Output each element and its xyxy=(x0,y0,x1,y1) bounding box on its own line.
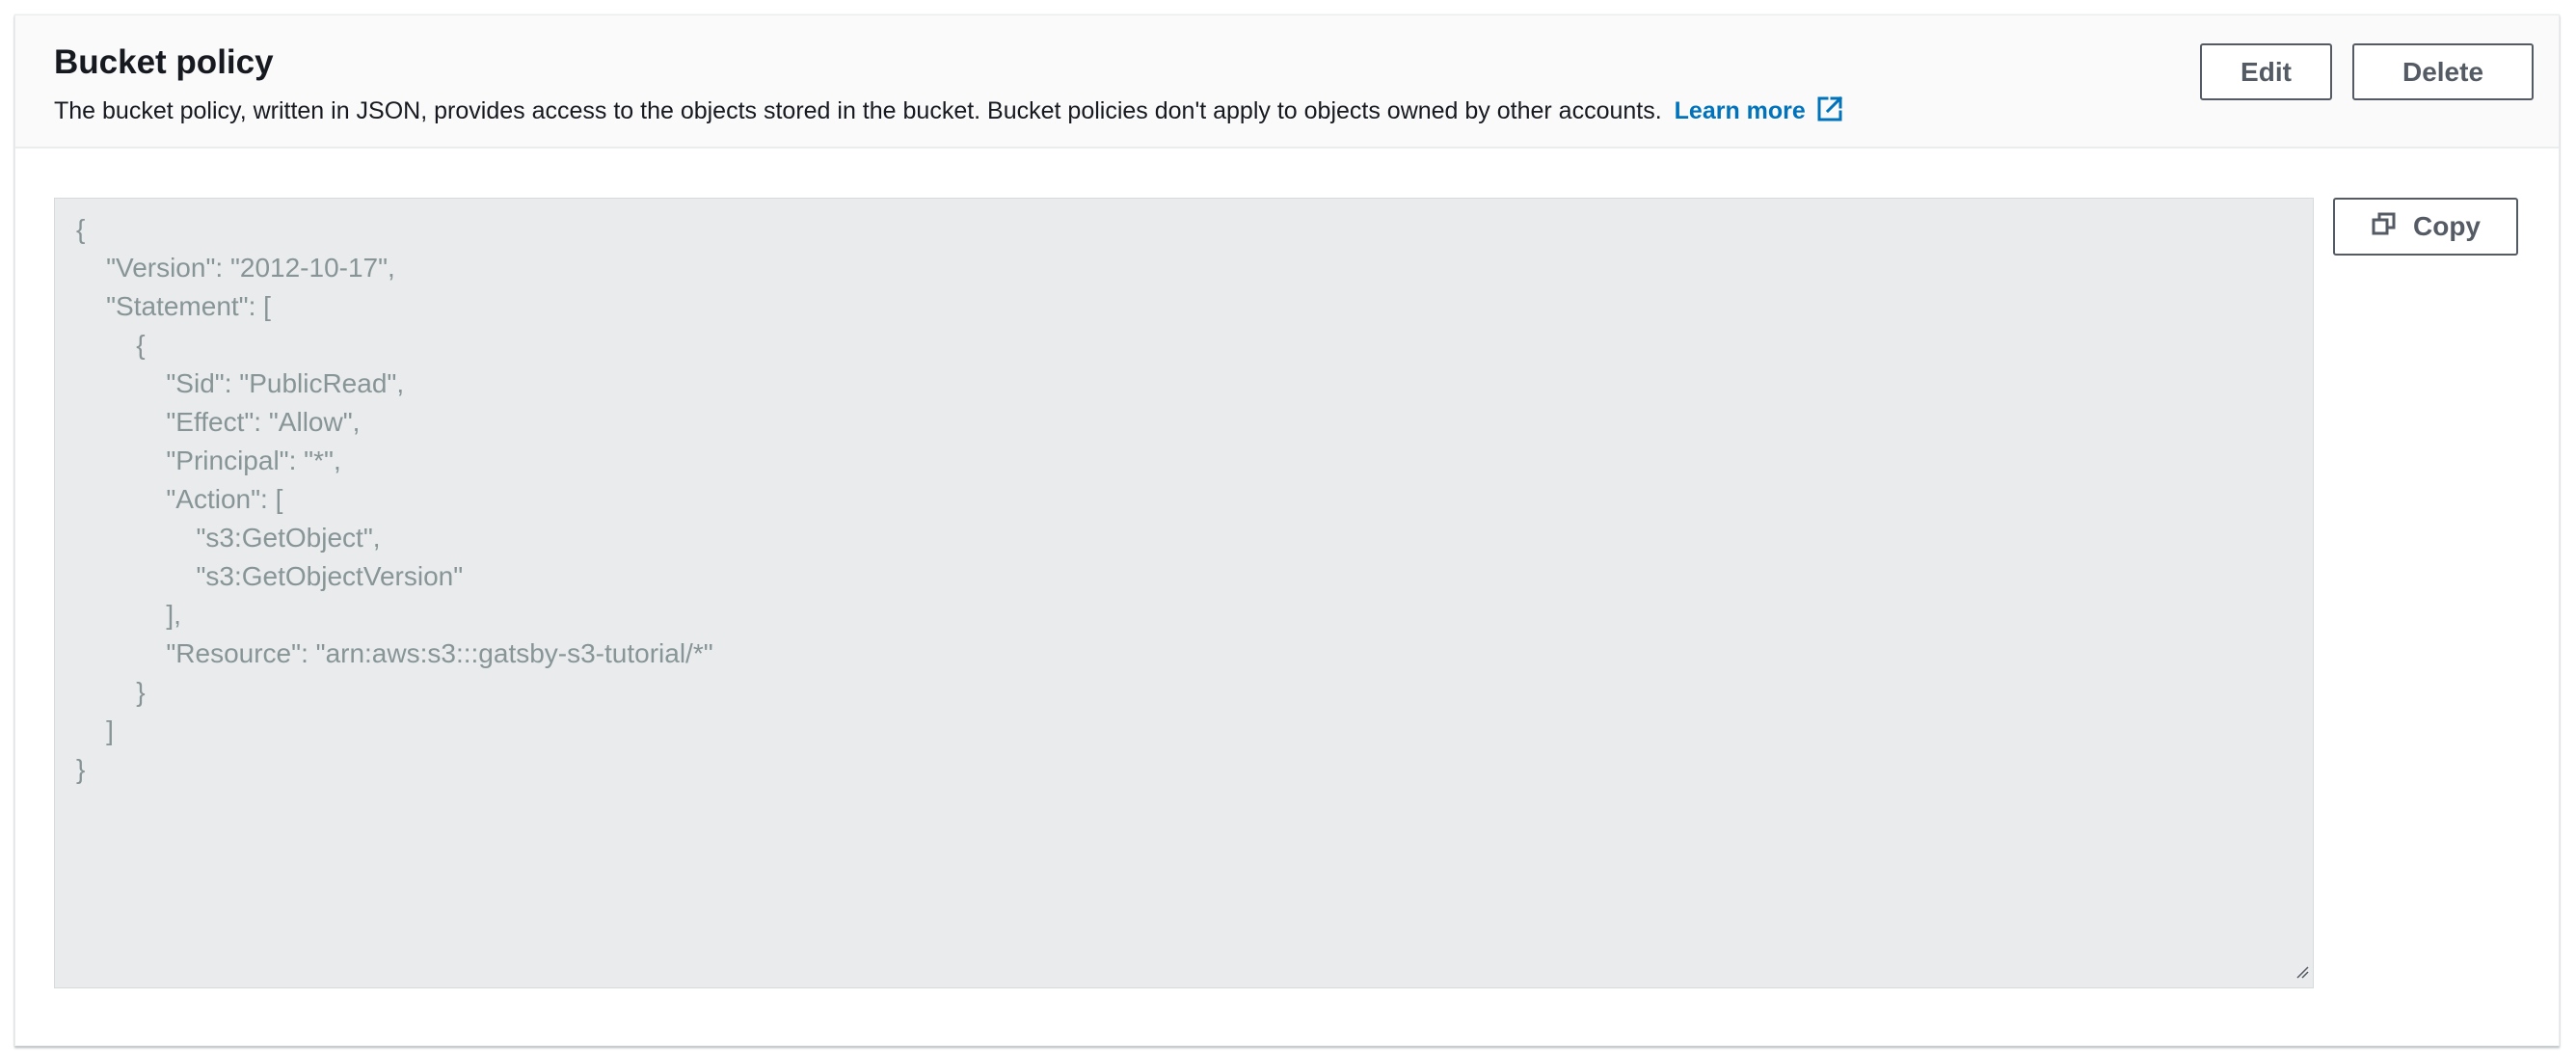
code-line: "Version": "2012-10-17", xyxy=(76,253,395,283)
learn-more-label: Learn more xyxy=(1674,97,1806,124)
code-line: "s3:GetObjectVersion" xyxy=(76,561,464,591)
delete-button[interactable]: Delete xyxy=(2352,43,2534,100)
code-line: } xyxy=(76,754,86,784)
page-title: Bucket policy xyxy=(54,43,274,81)
code-line: "Sid": "PublicRead", xyxy=(76,368,405,398)
policy-description: The bucket policy, written in JSON, prov… xyxy=(54,94,1844,132)
copy-icon xyxy=(2371,210,2398,244)
policy-json-content: { "Version": "2012-10-17", "Statement": … xyxy=(76,210,713,789)
code-line: "Action": [ xyxy=(76,484,283,514)
code-line: ], xyxy=(76,600,181,630)
panel-header: Bucket policy The bucket policy, written… xyxy=(15,15,2559,148)
code-line: "Statement": [ xyxy=(76,291,271,321)
resize-handle-icon[interactable] xyxy=(2295,965,2309,984)
learn-more-link[interactable]: Learn more xyxy=(1674,95,1844,124)
bucket-policy-panel: Bucket policy The bucket policy, written… xyxy=(14,14,2560,1046)
code-line: "Principal": "*", xyxy=(76,446,341,475)
code-line: "Resource": "arn:aws:s3:::gatsby-s3-tuto… xyxy=(76,638,713,668)
code-line: ] xyxy=(76,716,114,745)
external-link-icon xyxy=(1815,94,1844,132)
code-line: "s3:GetObject", xyxy=(76,523,381,553)
copy-button[interactable]: Copy xyxy=(2333,198,2518,256)
edit-button[interactable]: Edit xyxy=(2200,43,2332,100)
code-line: "Effect": "Allow", xyxy=(76,407,361,437)
policy-json-textarea[interactable]: { "Version": "2012-10-17", "Statement": … xyxy=(54,198,2314,988)
code-line: { xyxy=(76,330,146,360)
copy-label: Copy xyxy=(2413,211,2481,241)
code-line: { xyxy=(76,214,86,244)
code-line: } xyxy=(76,677,146,707)
description-text: The bucket policy, written in JSON, prov… xyxy=(54,97,1662,124)
